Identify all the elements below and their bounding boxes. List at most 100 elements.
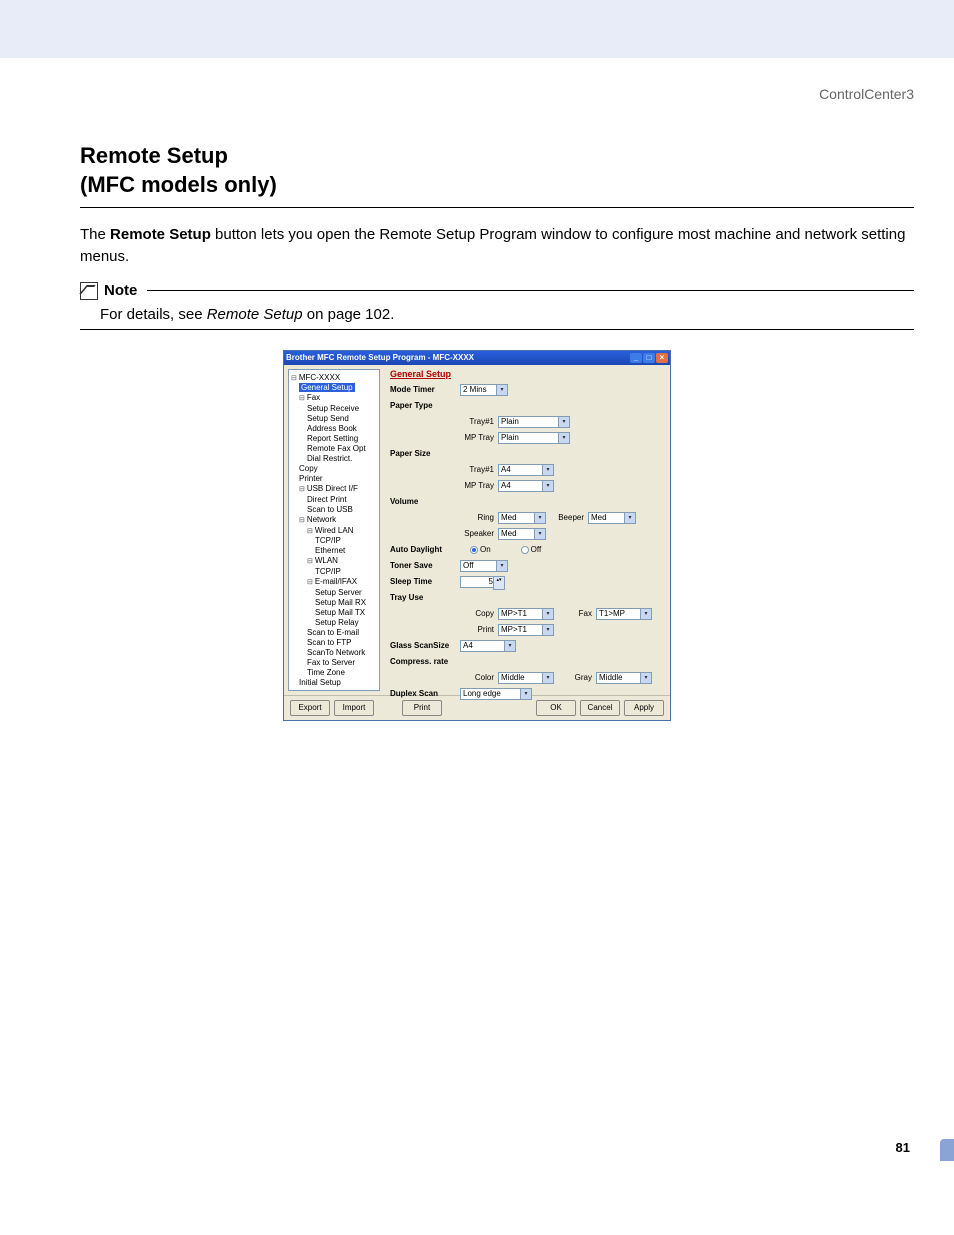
note-body: For details, see Remote Setup on page 10… [100, 306, 914, 323]
tree-item[interactable]: Printer [291, 474, 377, 484]
sel-ring[interactable]: Med [498, 512, 546, 524]
tree-item[interactable]: Fax to Server [291, 658, 377, 668]
sel-color[interactable]: Middle [498, 672, 554, 684]
lbl-ps-tray1: Tray#1 [460, 465, 494, 474]
titlebar-title: Brother MFC Remote Setup Program - MFC-X… [286, 353, 474, 362]
lbl-paper-type: Paper Type [390, 401, 460, 410]
lbl-beeper: Beeper [554, 513, 584, 522]
lbl-paper-size: Paper Size [390, 449, 460, 458]
sel-mode-timer[interactable]: 2 Mins [460, 384, 508, 396]
settings-tree[interactable]: MFC-XXXX General Setup FaxSetup ReceiveS… [288, 369, 380, 691]
tree-item[interactable]: Ethernet [291, 546, 377, 556]
lbl-color: Color [460, 673, 494, 682]
title-line-1: Remote Setup [80, 143, 228, 168]
tree-item[interactable]: TCP/IP [291, 536, 377, 546]
lbl-tu-print: Print [460, 625, 494, 634]
tree-item[interactable]: Time Zone [291, 668, 377, 678]
header-right: ControlCenter3 [40, 58, 914, 112]
note-header: Note [80, 282, 914, 300]
lbl-sleep-time: Sleep Time [390, 577, 460, 586]
tree-item[interactable]: Scan to E-mail [291, 628, 377, 638]
note-icon [80, 282, 98, 300]
form-title: General Setup [390, 369, 664, 379]
print-button[interactable]: Print [402, 700, 442, 716]
title-rule [80, 207, 914, 208]
lbl-auto-daylight: Auto Daylight [390, 545, 460, 554]
tree-item[interactable]: Setup Server [291, 588, 377, 598]
lbl-pt-tray1: Tray#1 [460, 417, 494, 426]
lbl-off: Off [531, 545, 542, 554]
tree-item[interactable]: Dial Restrict. [291, 454, 377, 464]
tree-item[interactable]: Report Setting [291, 434, 377, 444]
tree-selected[interactable]: General Setup [291, 383, 377, 393]
tree-item[interactable]: Address Book [291, 424, 377, 434]
sel-tu-copy[interactable]: MP>T1 [498, 608, 554, 620]
sel-pt-tray1[interactable]: Plain [498, 416, 570, 428]
tree-item[interactable]: Setup Mail RX [291, 598, 377, 608]
tree-root[interactable]: MFC-XXXX [291, 373, 377, 384]
tree-item[interactable]: Initial Setup [291, 678, 377, 688]
tree-item[interactable]: ScanTo Network [291, 648, 377, 658]
tree-item[interactable]: WLAN [291, 556, 377, 567]
lbl-tray-use: Tray Use [390, 593, 460, 602]
tree-item[interactable]: Network [291, 515, 377, 526]
sel-ps-tray1[interactable]: A4 [498, 464, 554, 476]
sel-toner-save[interactable]: Off [460, 560, 508, 572]
tree-item[interactable]: Copy [291, 464, 377, 474]
lbl-glass-scansize: Glass ScanSize [390, 641, 460, 650]
section-title: Remote Setup (MFC models only) [80, 142, 914, 199]
sel-duplex[interactable]: Long edge [460, 688, 532, 700]
tree-item[interactable]: E-mail/IFAX [291, 577, 377, 588]
sel-tu-fax[interactable]: T1>MP [596, 608, 652, 620]
tree-item[interactable]: Setup Relay [291, 618, 377, 628]
lbl-toner-save: Toner Save [390, 561, 460, 570]
cancel-button[interactable]: Cancel [580, 700, 620, 716]
sel-speaker[interactable]: Med [498, 528, 546, 540]
intro-paragraph: The Remote Setup button lets you open th… [80, 224, 914, 268]
radio-daylight-off[interactable] [521, 546, 529, 554]
spin-sleep-time[interactable]: 5 [460, 576, 496, 588]
lbl-pt-mp: MP Tray [460, 433, 494, 442]
tree-item[interactable]: USB Direct I/F [291, 484, 377, 495]
top-band [0, 0, 954, 58]
lbl-volume: Volume [390, 497, 460, 506]
lbl-tu-fax: Fax [562, 609, 592, 618]
import-button[interactable]: Import [334, 700, 374, 716]
sel-gray[interactable]: Middle [596, 672, 652, 684]
radio-daylight-on[interactable] [470, 546, 478, 554]
tree-item[interactable]: Setup Mail TX [291, 608, 377, 618]
tree-item[interactable]: Setup Receive [291, 404, 377, 414]
tree-item[interactable]: Direct Print [291, 495, 377, 505]
note-end-rule [80, 329, 914, 330]
ok-button[interactable]: OK [536, 700, 576, 716]
lbl-mode-timer: Mode Timer [390, 385, 460, 394]
tree-item[interactable]: TCP/IP [291, 567, 377, 577]
remote-setup-window: Brother MFC Remote Setup Program - MFC-X… [283, 350, 671, 721]
titlebar[interactable]: Brother MFC Remote Setup Program - MFC-X… [284, 351, 670, 365]
export-button[interactable]: Export [290, 700, 330, 716]
minimize-button[interactable]: _ [630, 353, 642, 363]
lbl-on: On [480, 545, 491, 554]
tree-item[interactable]: Fax [291, 393, 377, 404]
sel-beeper[interactable]: Med [588, 512, 636, 524]
sel-glass[interactable]: A4 [460, 640, 516, 652]
tree-item[interactable]: Scan to USB [291, 505, 377, 515]
apply-button[interactable]: Apply [624, 700, 664, 716]
lbl-ring: Ring [460, 513, 494, 522]
lbl-tu-copy: Copy [460, 609, 494, 618]
tree-item[interactable]: Wired LAN [291, 526, 377, 537]
close-button[interactable]: × [656, 353, 668, 363]
tree-item[interactable]: Scan to FTP [291, 638, 377, 648]
tree-item[interactable]: Setup Send [291, 414, 377, 424]
lbl-compress-rate: Compress. rate [390, 657, 460, 666]
corner-tab [940, 1139, 954, 1161]
note-rule [147, 290, 914, 291]
sel-ps-mp[interactable]: A4 [498, 480, 554, 492]
lbl-speaker: Speaker [460, 529, 494, 538]
general-setup-form: General Setup Mode Timer 2 Mins Paper Ty… [384, 365, 670, 695]
sel-tu-print[interactable]: MP>T1 [498, 624, 554, 636]
tree-item[interactable]: Remote Fax Opt [291, 444, 377, 454]
sel-pt-mp[interactable]: Plain [498, 432, 570, 444]
lbl-duplex-scan: Duplex Scan [390, 689, 460, 698]
maximize-button[interactable]: □ [643, 353, 655, 363]
